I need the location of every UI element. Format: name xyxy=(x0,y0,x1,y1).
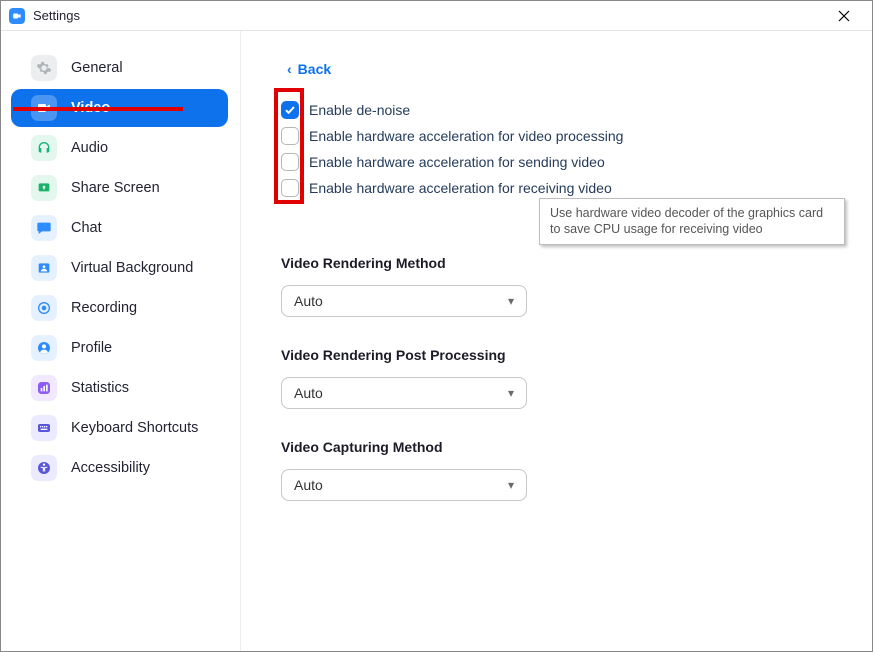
chevron-down-icon: ▾ xyxy=(508,386,514,400)
annotation-underline xyxy=(13,107,183,111)
sidebar-item-profile[interactable]: Profile xyxy=(11,329,228,367)
sidebar-item-chat[interactable]: Chat xyxy=(11,209,228,247)
select-post-processing[interactable]: Auto ▾ xyxy=(281,377,527,409)
tooltip-hwaccel-receiving: Use hardware video decoder of the graphi… xyxy=(539,198,845,245)
checkbox-hwaccel-receiving[interactable] xyxy=(281,179,299,197)
sidebar-label: Accessibility xyxy=(71,460,150,476)
close-button[interactable] xyxy=(824,2,864,30)
sidebar-label: Recording xyxy=(71,300,137,316)
chat-icon xyxy=(31,215,57,241)
sidebar-item-recording[interactable]: Recording xyxy=(11,289,228,327)
select-capturing-method[interactable]: Auto ▾ xyxy=(281,469,527,501)
check-row-hwaccel-sending: Enable hardware acceleration for sending… xyxy=(281,153,832,171)
main-panel: ‹ Back Enable de-noise Enable hardware a… xyxy=(241,31,872,651)
check-row-hwaccel-processing: Enable hardware acceleration for video p… xyxy=(281,127,832,145)
sidebar-label: Share Screen xyxy=(71,180,160,196)
accessibility-icon xyxy=(31,455,57,481)
check-label: Enable de-noise xyxy=(309,102,410,118)
check-label: Enable hardware acceleration for sending… xyxy=(309,154,605,170)
sidebar-item-accessibility[interactable]: Accessibility xyxy=(11,449,228,487)
recording-icon xyxy=(31,295,57,321)
window-title: Settings xyxy=(33,8,80,23)
keyboard-icon xyxy=(31,415,57,441)
select-value: Auto xyxy=(294,477,323,493)
sidebar: General Video Audio Share Screen Chat xyxy=(1,31,241,651)
titlebar: Settings xyxy=(1,1,872,31)
sidebar-item-keyboard[interactable]: Keyboard Shortcuts xyxy=(11,409,228,447)
sidebar-label: General xyxy=(71,60,123,76)
profile-icon xyxy=(31,335,57,361)
share-screen-icon xyxy=(31,175,57,201)
check-row-denoise: Enable de-noise xyxy=(281,101,832,119)
sidebar-label: Virtual Background xyxy=(71,260,193,276)
checkbox-denoise[interactable] xyxy=(281,101,299,119)
sidebar-item-audio[interactable]: Audio xyxy=(11,129,228,167)
section-title-postprocessing: Video Rendering Post Processing xyxy=(281,347,832,363)
sidebar-item-share-screen[interactable]: Share Screen xyxy=(11,169,228,207)
select-value: Auto xyxy=(294,385,323,401)
select-rendering-method[interactable]: Auto ▾ xyxy=(281,285,527,317)
chevron-down-icon: ▾ xyxy=(508,478,514,492)
sidebar-item-virtual-background[interactable]: Virtual Background xyxy=(11,249,228,287)
sidebar-label: Statistics xyxy=(71,380,129,396)
section-title-rendering: Video Rendering Method xyxy=(281,255,832,271)
checkbox-group: Enable de-noise Enable hardware accelera… xyxy=(281,101,832,197)
checkbox-hwaccel-processing[interactable] xyxy=(281,127,299,145)
sidebar-item-statistics[interactable]: Statistics xyxy=(11,369,228,407)
section-title-capturing: Video Capturing Method xyxy=(281,439,832,455)
app-icon xyxy=(9,8,25,24)
back-button[interactable]: ‹ Back xyxy=(287,61,331,77)
sidebar-label: Keyboard Shortcuts xyxy=(71,420,198,436)
virtual-bg-icon xyxy=(31,255,57,281)
back-label: Back xyxy=(298,61,331,77)
chevron-left-icon: ‹ xyxy=(287,62,292,76)
close-icon xyxy=(838,10,850,22)
gear-icon xyxy=(31,55,57,81)
sidebar-item-general[interactable]: General xyxy=(11,49,228,87)
sidebar-label: Chat xyxy=(71,220,102,236)
statistics-icon xyxy=(31,375,57,401)
sidebar-label: Profile xyxy=(71,340,112,356)
check-label: Enable hardware acceleration for receivi… xyxy=(309,180,612,196)
check-row-hwaccel-receiving: Enable hardware acceleration for receivi… xyxy=(281,179,832,197)
headphones-icon xyxy=(31,135,57,161)
chevron-down-icon: ▾ xyxy=(508,294,514,308)
sidebar-label: Audio xyxy=(71,140,108,156)
checkbox-hwaccel-sending[interactable] xyxy=(281,153,299,171)
select-value: Auto xyxy=(294,293,323,309)
check-label: Enable hardware acceleration for video p… xyxy=(309,128,623,144)
